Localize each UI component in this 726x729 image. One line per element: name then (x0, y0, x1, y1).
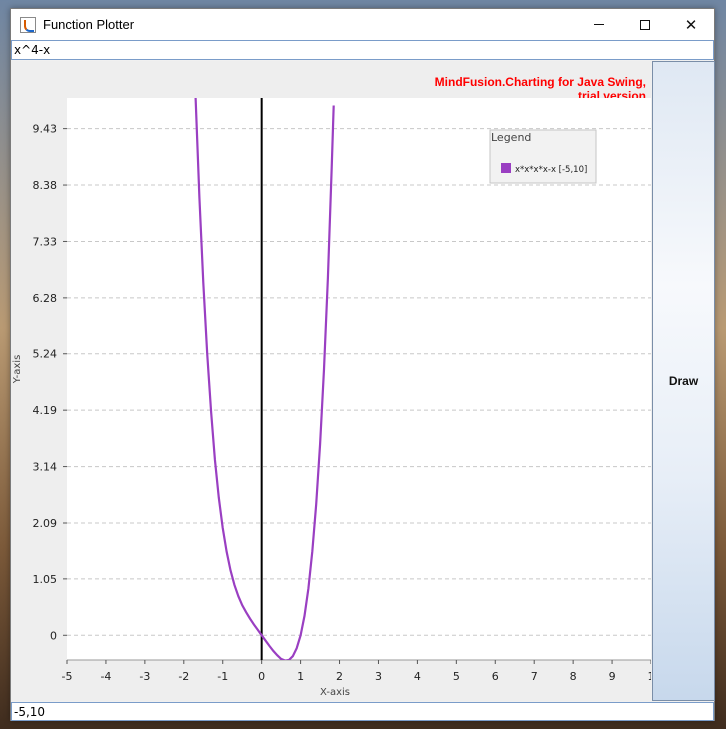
close-button[interactable]: ✕ (668, 9, 714, 40)
y-axis-title: Y-axis (12, 355, 23, 385)
legend-entry: x*x*x*x-x [-5,10] (515, 165, 587, 175)
minimize-icon (594, 24, 604, 25)
y-tick-label: 9.43 (33, 123, 58, 136)
minimize-button[interactable] (576, 9, 622, 40)
x-tick-label: -3 (139, 670, 150, 683)
x-tick-label: 8 (570, 670, 577, 683)
x-tick-label: -5 (62, 670, 73, 683)
function-plotter-window: Function Plotter ✕ MindFusion.Charting f… (10, 8, 715, 721)
title-bar[interactable]: Function Plotter ✕ (11, 9, 714, 40)
y-tick-label: 1.05 (33, 573, 58, 586)
x-tick-label: 2 (336, 670, 343, 683)
legend-title: Legend (491, 131, 531, 144)
legend: Legend x*x*x*x-x [-5,10] (489, 129, 597, 184)
draw-button[interactable]: Draw (652, 61, 715, 701)
x-tick-label: 7 (531, 670, 538, 683)
x-tick-label: 6 (492, 670, 499, 683)
y-tick-label: 6.28 (33, 292, 58, 305)
window-title: Function Plotter (43, 17, 135, 32)
y-tick-label: 7.33 (33, 235, 58, 248)
x-tick-label: 5 (453, 670, 460, 683)
maximize-icon (640, 19, 650, 30)
x-tick-label: -1 (217, 670, 228, 683)
plot-panel: MindFusion.Charting for Java Swing, tria… (11, 61, 651, 701)
legend-swatch (501, 163, 511, 173)
x-axis-title: X-axis (320, 687, 350, 698)
x-tick-label: 1 (648, 670, 652, 683)
close-icon: ✕ (684, 15, 698, 34)
y-tick-label: 5.24 (33, 348, 58, 361)
formula-input[interactable] (11, 40, 714, 60)
x-tick-label: -2 (178, 670, 189, 683)
java-app-icon (20, 16, 36, 33)
y-tick-label: 3.14 (33, 461, 58, 474)
x-tick-label: 4 (414, 670, 421, 683)
x-tick-label: 1 (297, 670, 304, 683)
window-controls: ✕ (576, 9, 714, 40)
maximize-button[interactable] (622, 9, 668, 40)
range-input[interactable] (11, 702, 714, 721)
x-tick-label: -4 (100, 670, 111, 683)
y-tick-label: 0 (50, 629, 57, 642)
x-tick-label: 3 (375, 670, 382, 683)
function-chart: 0 1.05 2.09 3.14 4.19 5.24 6.28 7.33 8.38 9.43 -5 -… (12, 98, 652, 698)
x-tick-label: 0 (258, 670, 265, 683)
y-tick-label: 2.09 (33, 517, 58, 530)
y-tick-label: 8.38 (33, 179, 58, 192)
x-tick-label: 9 (609, 670, 616, 683)
y-tick-label: 4.19 (33, 404, 58, 417)
